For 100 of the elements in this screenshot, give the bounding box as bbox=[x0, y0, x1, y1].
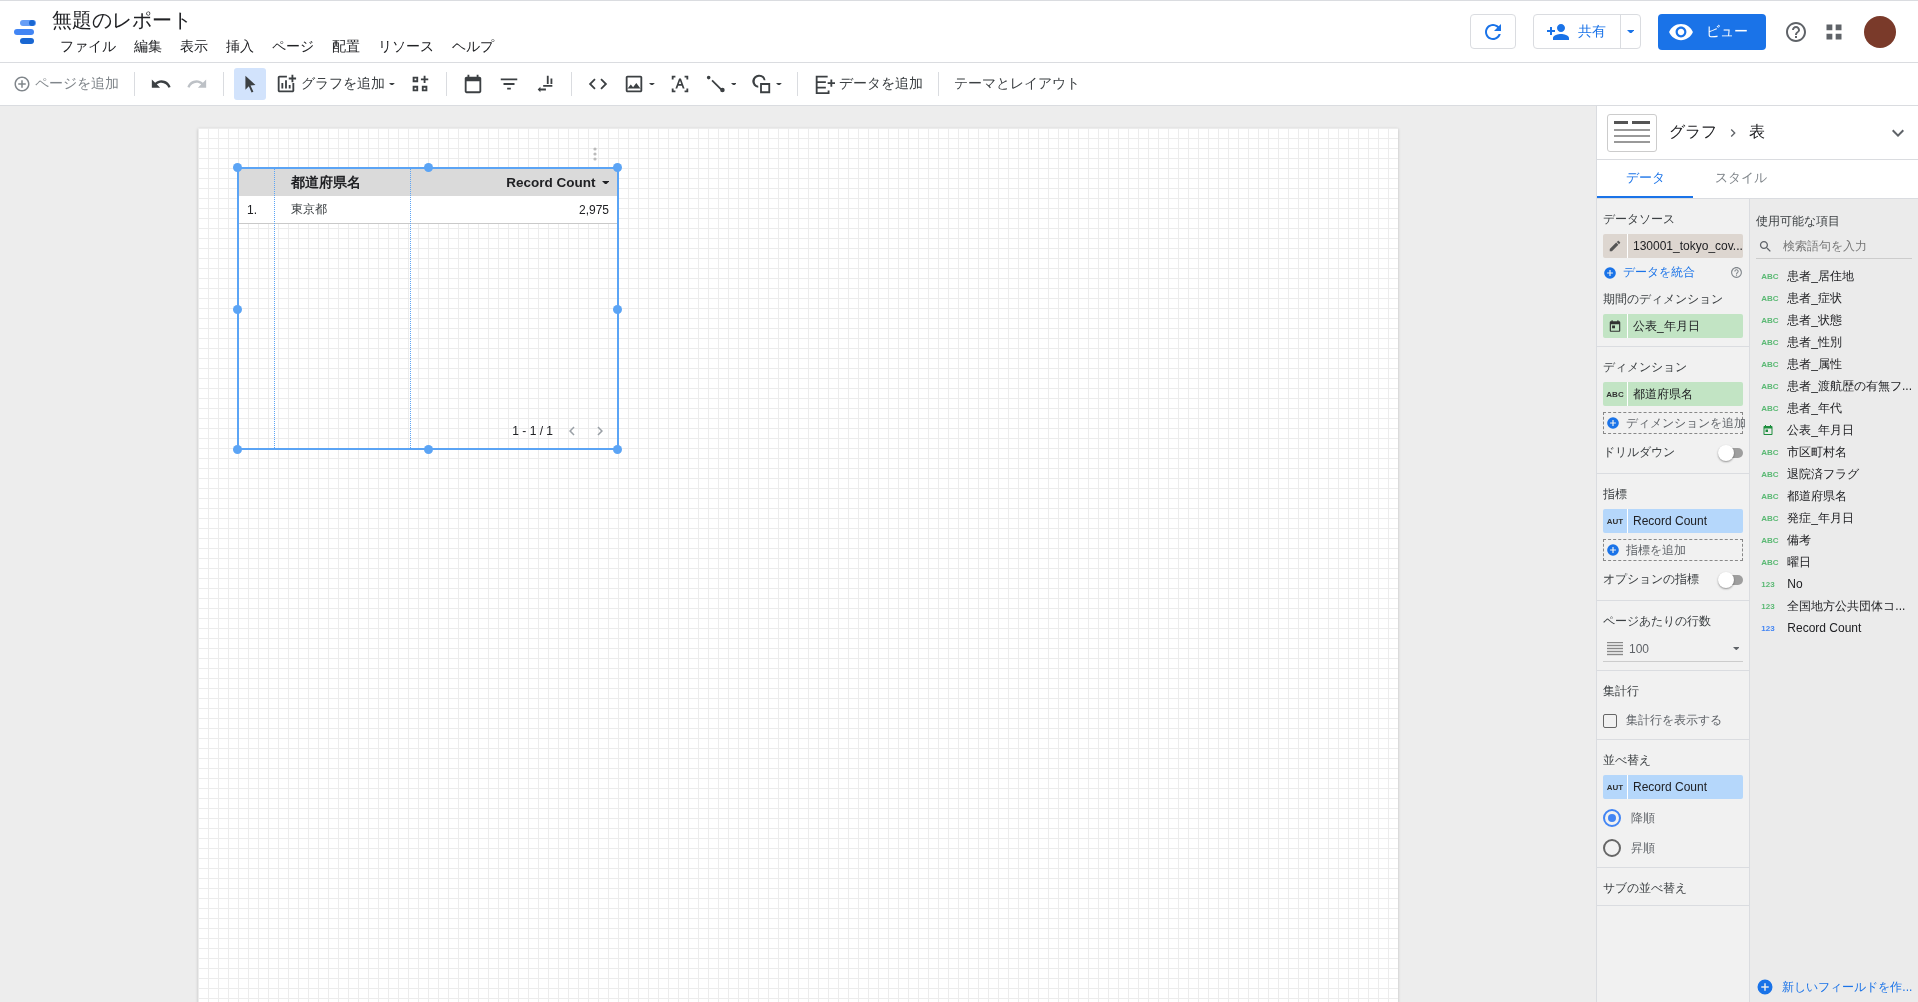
help-icon[interactable] bbox=[1730, 266, 1744, 279]
radio-label: 昇順 bbox=[1631, 839, 1655, 857]
radio-button[interactable] bbox=[1603, 839, 1621, 857]
field-item[interactable]: 123 Record Count bbox=[1756, 617, 1912, 639]
resize-handle[interactable] bbox=[613, 305, 622, 314]
field-type-label: ABC bbox=[1761, 557, 1776, 567]
theme-layout-button[interactable]: テーマとレイアウト bbox=[949, 68, 1086, 100]
section-heading: ディメンション bbox=[1603, 359, 1688, 376]
menu-item[interactable]: 編集 bbox=[126, 36, 170, 58]
caret-icon bbox=[730, 82, 737, 86]
menu-item[interactable]: ファイル bbox=[52, 36, 124, 58]
field-item[interactable]: ABC 市区町村名 bbox=[1756, 441, 1912, 463]
field-item[interactable]: ABC 患者_状態 bbox=[1756, 309, 1912, 331]
toggle-switch[interactable] bbox=[1721, 574, 1744, 585]
resize-handle[interactable] bbox=[233, 445, 242, 454]
panel-tab[interactable]: スタイル bbox=[1693, 160, 1789, 198]
add-field-button[interactable]: ディメンションを追加 bbox=[1603, 412, 1744, 434]
row-number: 1. bbox=[246, 201, 258, 219]
calendar-icon bbox=[1761, 424, 1776, 436]
resize-handle[interactable] bbox=[424, 163, 433, 172]
toggle-label: ドリルダウン bbox=[1603, 444, 1675, 461]
field-type-label: ABC bbox=[1761, 403, 1776, 413]
search-field[interactable]: 検索語句を入力 bbox=[1783, 239, 1899, 253]
section-heading: 並べ替え bbox=[1603, 752, 1652, 769]
caret-icon bbox=[648, 82, 655, 86]
data-source-chip[interactable]: 130001_tokyo_cov... bbox=[1603, 234, 1744, 258]
field-item[interactable]: ABC 備考 bbox=[1756, 529, 1912, 551]
cursor-button[interactable] bbox=[234, 68, 266, 100]
section-heading: 期間のディメンション bbox=[1603, 291, 1724, 308]
field-item[interactable]: ABC 患者_年代 bbox=[1756, 397, 1912, 419]
radio-button[interactable] bbox=[1603, 809, 1621, 827]
shapes-icon bbox=[750, 73, 773, 95]
share-label: 共有 bbox=[1578, 22, 1606, 41]
checkbox[interactable] bbox=[1603, 713, 1617, 728]
field-type-label: ABC bbox=[1761, 491, 1776, 501]
checkbox-label: 集計行を表示する bbox=[1626, 712, 1722, 729]
breadcrumb-item: 表 bbox=[1749, 122, 1765, 142]
pagination-label: 1 - 1 / 1 bbox=[512, 424, 553, 438]
table-cell-text: 2,975 bbox=[577, 201, 610, 219]
metric-chip[interactable]: AUT Record Count bbox=[1603, 775, 1744, 799]
menu-item[interactable]: 配置 bbox=[324, 36, 368, 58]
menu-item[interactable]: 表示 bbox=[172, 36, 216, 58]
field-item[interactable]: ABC 患者_性別 bbox=[1756, 331, 1912, 353]
share-button[interactable]: 共有 bbox=[1534, 15, 1621, 48]
resize-handle[interactable] bbox=[233, 305, 242, 314]
field-item[interactable]: ABC 曜日 bbox=[1756, 551, 1912, 573]
field-item[interactable]: ABC 患者_症状 bbox=[1756, 287, 1912, 309]
help-icon[interactable] bbox=[1784, 19, 1808, 44]
field-item[interactable]: ABC 都道府県名 bbox=[1756, 485, 1912, 507]
avatar[interactable] bbox=[1864, 15, 1896, 48]
resize-handle[interactable] bbox=[613, 445, 622, 454]
column-header[interactable]: 都道府県名 bbox=[283, 169, 452, 196]
section-heading: ページあたりの行数 bbox=[1603, 613, 1712, 630]
resize-handle[interactable] bbox=[424, 445, 433, 454]
field-item[interactable]: 123 全国地方公共団体コ... bbox=[1756, 595, 1912, 617]
resize-handle[interactable] bbox=[613, 163, 622, 172]
dimension-chip[interactable]: ABC 都道府県名 bbox=[1603, 382, 1744, 406]
caret-icon bbox=[776, 82, 783, 86]
field-type-label: ABC bbox=[1761, 271, 1776, 281]
menu-item[interactable]: リソース bbox=[370, 36, 442, 58]
add-chart-button[interactable]: グラフを追加 bbox=[270, 68, 400, 100]
caret-icon bbox=[1732, 646, 1740, 651]
field-type-label: ABC bbox=[1761, 469, 1776, 479]
section-heading: 指標 bbox=[1603, 486, 1628, 503]
field-item[interactable]: ABC 患者_居住地 bbox=[1756, 265, 1912, 287]
field-type-label: 123 bbox=[1761, 579, 1776, 589]
field-item[interactable]: 公表_年月日 bbox=[1756, 419, 1912, 441]
table-chart-thumbnail bbox=[1607, 113, 1657, 152]
date-dimension-chip[interactable]: 公表_年月日 bbox=[1603, 314, 1744, 338]
resize-handle[interactable] bbox=[233, 163, 242, 172]
line-icon bbox=[704, 73, 727, 95]
field-item[interactable]: ABC 患者_渡航歴の有無フ... bbox=[1756, 375, 1912, 397]
caret-icon bbox=[389, 82, 395, 86]
create-field-link[interactable]: 新しいフィールドを作... bbox=[1756, 978, 1913, 996]
add-data-button[interactable]: データを追加 bbox=[808, 68, 929, 100]
section-heading: 集計行 bbox=[1603, 683, 1640, 700]
add-chart-icon bbox=[275, 73, 297, 95]
field-item[interactable]: ABC 患者_属性 bbox=[1756, 353, 1912, 375]
add-field-button[interactable]: 指標を追加 bbox=[1603, 539, 1744, 561]
field-item[interactable]: ABC 発症_年月日 bbox=[1756, 507, 1912, 529]
view-button[interactable]: ビュー bbox=[1658, 13, 1766, 50]
field-item[interactable]: 123 No bbox=[1756, 573, 1912, 595]
menu-item[interactable]: 挿入 bbox=[218, 36, 262, 58]
report-title[interactable]: 無題のレポート bbox=[52, 5, 502, 34]
caret-icon bbox=[1626, 29, 1635, 34]
view-label: ビュー bbox=[1706, 22, 1748, 41]
add-page-button[interactable]: ページを追加 bbox=[8, 68, 124, 100]
section-heading: サブの並べ替え bbox=[1603, 880, 1688, 897]
toggle-switch[interactable] bbox=[1721, 447, 1744, 458]
blend-data-link[interactable]: データを統合 bbox=[1603, 264, 1695, 281]
menu-item[interactable]: ページ bbox=[264, 36, 322, 58]
metric-chip[interactable]: AUT Record Count bbox=[1603, 509, 1744, 533]
rows-per-page-dropdown[interactable]: 100 bbox=[1603, 636, 1744, 662]
field-item[interactable]: ABC 退院済フラグ bbox=[1756, 463, 1912, 485]
column-header[interactable]: Record Count bbox=[452, 169, 617, 196]
field-type-label: 123 bbox=[1761, 623, 1776, 633]
menu-item[interactable]: ヘルプ bbox=[444, 36, 502, 58]
refresh-button[interactable] bbox=[1470, 14, 1516, 49]
toggle-label: オプションの指標 bbox=[1603, 571, 1699, 588]
field-type-label: ABC bbox=[1761, 447, 1776, 457]
